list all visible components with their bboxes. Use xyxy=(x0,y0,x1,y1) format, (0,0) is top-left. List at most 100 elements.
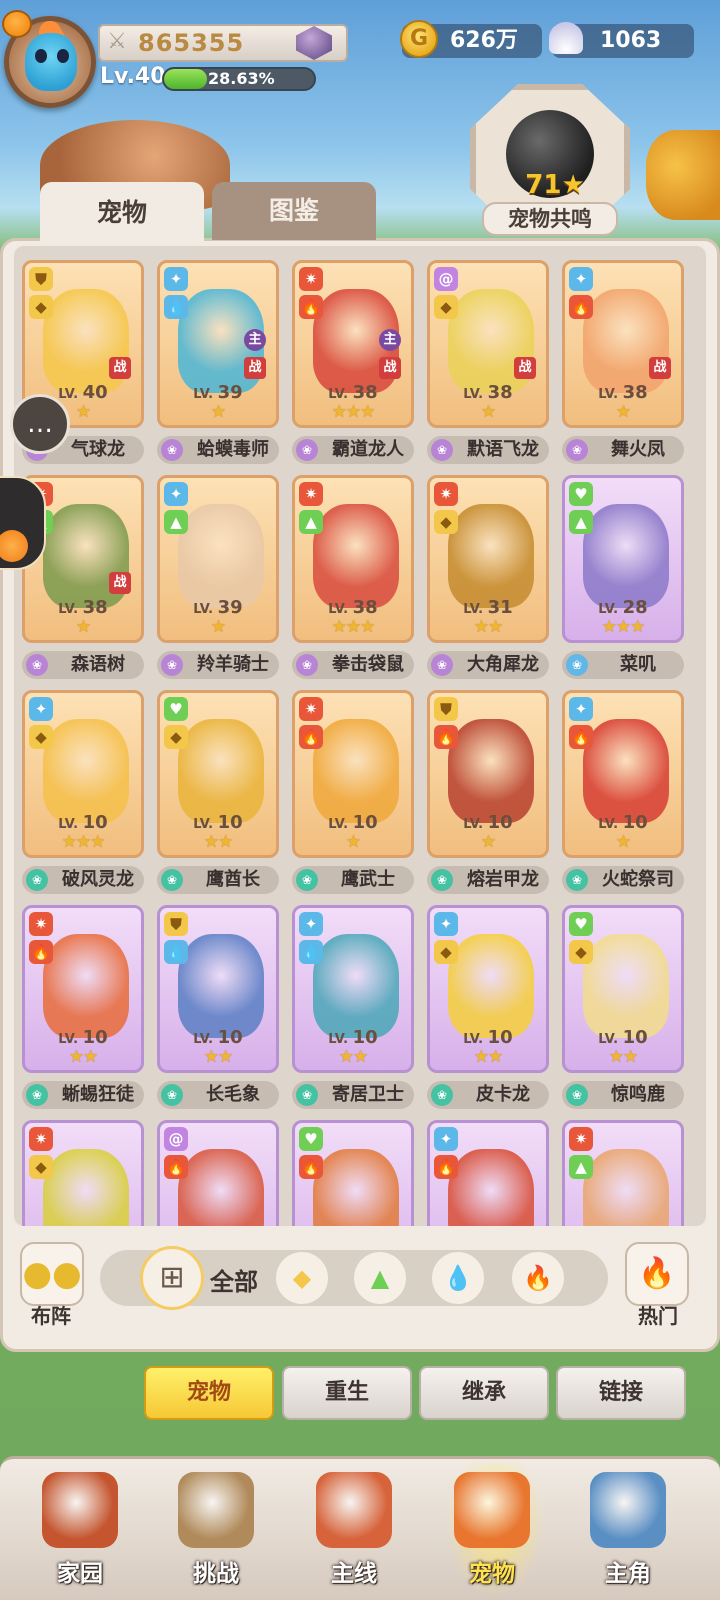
pet-portrait xyxy=(43,934,129,1038)
nav-item[interactable]: 宠物 xyxy=(432,1466,552,1596)
nav-label: 家园 xyxy=(57,1561,103,1587)
filter-fire-icon[interactable]: 🔥 xyxy=(512,1252,564,1304)
pet-card[interactable]: ✷ 🔥 LV. 10 ★ xyxy=(292,690,414,858)
pet-name-plate: ❀ 蛤蟆毒师 xyxy=(157,436,279,464)
pet-card[interactable]: ✷ ▲ xyxy=(562,1120,684,1226)
pet-portrait xyxy=(448,504,534,608)
pet-card[interactable]: ⛊ 💧 LV. 10 ★★ xyxy=(157,905,279,1073)
pet-star-rating: ★★ xyxy=(203,832,233,852)
action-button[interactable]: 宠物 xyxy=(144,1366,274,1420)
pet-card[interactable]: ♥ 🔥 xyxy=(292,1120,414,1226)
pet-card[interactable]: ✦ 🔥 战 LV. 38 ★ xyxy=(562,260,684,428)
paw-icon: ❀ xyxy=(161,439,183,461)
action-button[interactable]: 重生 xyxy=(282,1366,412,1420)
pumpkin-badge-icon xyxy=(2,10,32,38)
fire-element-icon: 🔥 xyxy=(569,725,593,749)
player-level: Lv.40 xyxy=(100,64,166,89)
spark-element-icon: ✦ xyxy=(569,267,593,291)
fire-element-icon: 🔥 xyxy=(299,725,323,749)
pet-star-rating: ★ xyxy=(480,402,496,422)
grass-element-icon: ▲ xyxy=(569,1155,593,1179)
pet-name: 拳击袋鼠 xyxy=(332,654,404,675)
pet-card[interactable]: ✷ 🔥 主战 LV. 38 ★★★ xyxy=(292,260,414,428)
pet-icon xyxy=(454,1472,530,1548)
pet-star-rating: ★★★ xyxy=(331,402,376,422)
pet-card[interactable]: ✦ 💧 主战 LV. 39 ★ xyxy=(157,260,279,428)
filter-all-button[interactable]: ⊞ xyxy=(140,1246,204,1310)
pet-star-rating: ★ xyxy=(210,617,226,637)
pet-name: 火蛇祭司 xyxy=(602,869,674,890)
pet-card[interactable]: ✦ ◆ LV. 10 ★★★ xyxy=(22,690,144,858)
pet-name: 寄居卫士 xyxy=(332,1084,404,1105)
battle-badge: 战 xyxy=(109,572,131,594)
pet-name-plate: ❀ 寄居卫士 xyxy=(292,1081,414,1109)
power-score-value: 865355 xyxy=(138,29,245,57)
filter-rock-icon[interactable]: ◆ xyxy=(276,1252,328,1304)
filter-water-icon[interactable]: 💧 xyxy=(432,1252,484,1304)
spark-element-icon: ✦ xyxy=(434,912,458,936)
action-button[interactable]: 继承 xyxy=(419,1366,549,1420)
nav-item[interactable]: 主线 xyxy=(294,1466,414,1596)
pet-name: 舞火凤 xyxy=(611,439,665,460)
resonance-button[interactable]: 宠物共鸣 xyxy=(482,202,618,236)
pet-portrait xyxy=(583,934,669,1038)
paw-icon: ❀ xyxy=(161,654,183,676)
nav-label: 主角 xyxy=(605,1561,651,1587)
challenge-icon xyxy=(178,1472,254,1548)
pet-card[interactable]: ✷ ◆ xyxy=(22,1120,144,1226)
nav-item[interactable]: 挑战 xyxy=(156,1466,276,1596)
hot-filter-label: 热门 xyxy=(638,1304,678,1328)
battle-badge: 战 xyxy=(649,357,671,379)
pet-portrait xyxy=(583,504,669,608)
shell-value: 1063 xyxy=(600,28,662,53)
pet-portrait xyxy=(43,1149,129,1226)
grass-element-icon: ▲ xyxy=(299,510,323,534)
pet-star-rating: ★★ xyxy=(203,1047,233,1067)
filter-grass-icon[interactable]: ▲ xyxy=(354,1252,406,1304)
pet-grid[interactable]: ⛊◆战LV. 40★❀气球龙✦💧主战LV. 39★❀蛤蟆毒师✷🔥主战LV. 38… xyxy=(14,246,706,1226)
pet-card[interactable]: ✦ 🔥 LV. 10 ★ xyxy=(562,690,684,858)
pet-level: LV. 39 xyxy=(193,382,243,403)
pet-card[interactable]: @ 🔥 xyxy=(157,1120,279,1226)
pet-card[interactable]: ✦ ◆ LV. 10 ★★ xyxy=(427,905,549,1073)
pet-name: 皮卡龙 xyxy=(476,1084,530,1105)
action-button[interactable]: 链接 xyxy=(556,1366,686,1420)
pet-name: 羚羊骑士 xyxy=(197,654,269,675)
nav-item[interactable]: 家园 xyxy=(20,1466,140,1596)
pet-card[interactable]: ✦ ▲ LV. 39 ★ xyxy=(157,475,279,643)
pet-card[interactable]: ♥ ◆ LV. 10 ★★ xyxy=(157,690,279,858)
pet-name-plate: ❀ 火蛇祭司 xyxy=(562,866,684,894)
shell-icon xyxy=(549,22,583,54)
pet-name: 默语飞龙 xyxy=(467,439,539,460)
claw-element-icon: ✷ xyxy=(569,1127,593,1151)
grass-element-icon: ▲ xyxy=(569,510,593,534)
team-formation-button[interactable]: ●● xyxy=(20,1242,84,1306)
water-element-icon: 💧 xyxy=(164,295,188,319)
decorative-creature-right xyxy=(646,130,720,220)
spark-element-icon: ✦ xyxy=(434,1127,458,1151)
pet-card[interactable]: ✦ 🔥 xyxy=(427,1120,549,1226)
nav-item[interactable]: 主角 xyxy=(568,1466,688,1596)
chat-icon[interactable]: … xyxy=(10,394,70,454)
pet-card[interactable]: ✷ ▲ LV. 38 ★★★ xyxy=(292,475,414,643)
tab-pet-dex[interactable]: 图鉴 xyxy=(212,182,376,240)
pet-card[interactable]: ⛊ 🔥 LV. 10 ★ xyxy=(427,690,549,858)
pet-card[interactable]: ♥ ▲ LV. 28 ★★★ xyxy=(562,475,684,643)
pet-card[interactable]: ✦ 💧 LV. 10 ★★ xyxy=(292,905,414,1073)
pet-card[interactable]: ✷ ◆ LV. 31 ★★ xyxy=(427,475,549,643)
pet-card[interactable]: ♥ ◆ LV. 10 ★★ xyxy=(562,905,684,1073)
pet-name: 鹰武士 xyxy=(341,869,395,890)
pet-card[interactable]: @ ◆ 战 LV. 38 ★ xyxy=(427,260,549,428)
hot-filter-button[interactable]: 🔥 xyxy=(625,1242,689,1306)
spark-element-icon: ✦ xyxy=(29,697,53,721)
hero-icon xyxy=(590,1472,666,1548)
paw-icon: ❀ xyxy=(26,1084,48,1106)
claw-element-icon: ✷ xyxy=(29,1127,53,1151)
pet-card[interactable]: ✷ 🔥 LV. 10 ★★ xyxy=(22,905,144,1073)
paw-icon: ❀ xyxy=(296,869,318,891)
pet-portrait xyxy=(448,1149,534,1226)
swirl-element-icon: @ xyxy=(164,1127,188,1151)
paw-icon: ❀ xyxy=(296,654,318,676)
tab-pets[interactable]: 宠物 xyxy=(40,182,204,244)
grass-element-icon: ▲ xyxy=(164,510,188,534)
